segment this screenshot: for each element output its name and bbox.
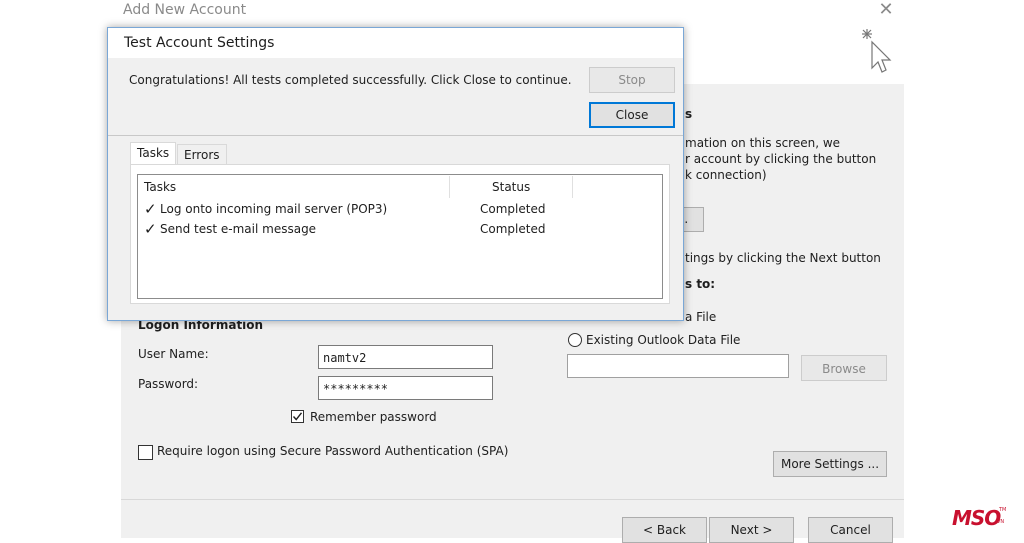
remember-password-label: Remember password — [310, 410, 437, 424]
cancel-button[interactable]: Cancel — [808, 517, 893, 543]
test-account-settings-dialog: Test Account Settings Congratulations! A… — [107, 27, 684, 321]
column-divider — [449, 176, 450, 198]
stop-button[interactable]: Stop — [589, 67, 675, 93]
cursor-sparkle-icon — [862, 29, 892, 73]
remember-password-checkbox[interactable] — [291, 410, 304, 423]
column-header-tasks[interactable]: Tasks — [144, 180, 176, 194]
close-icon[interactable]: ✕ — [874, 0, 898, 20]
checkmark-icon — [292, 412, 303, 421]
description-line-1: mation on this screen, we — [685, 136, 841, 150]
logo-trademark: TM — [999, 507, 1007, 513]
footer-divider — [121, 499, 904, 500]
existing-data-file-path-input[interactable] — [567, 354, 789, 378]
more-settings-button[interactable]: More Settings ... — [773, 451, 887, 477]
list-item[interactable]: ✓ Log onto incoming mail server (POP3) C… — [144, 200, 659, 220]
mso-logo: MSO — [952, 506, 1001, 530]
next-button-hint: tings by clicking the Next button — [685, 251, 881, 265]
browse-button[interactable]: Browse — [801, 355, 887, 381]
tab-errors[interactable]: Errors — [177, 144, 227, 166]
checkmark-icon: ✓ — [144, 220, 157, 238]
existing-data-file-radio[interactable] — [568, 333, 582, 347]
password-label: Password: — [138, 377, 199, 391]
existing-data-file-label: Existing Outlook Data File — [586, 333, 741, 347]
settings-heading-fragment: s — [685, 107, 693, 121]
dialog-titlebar: Test Account Settings — [108, 28, 683, 58]
new-data-file-label-fragment: a File — [685, 310, 717, 324]
username-input[interactable]: namtv2 — [318, 345, 493, 369]
dialog-divider — [108, 135, 683, 136]
description-line-3: k connection) — [685, 168, 767, 182]
spa-checkbox[interactable] — [138, 445, 153, 460]
description-line-2: r account by clicking the button — [685, 152, 877, 166]
next-button[interactable]: Next > — [709, 517, 794, 543]
column-divider — [572, 176, 573, 198]
close-button[interactable]: Close — [589, 102, 675, 128]
spa-label: Require logon using Secure Password Auth… — [157, 444, 509, 458]
window-title: Add New Account — [123, 2, 247, 18]
task-status: Completed — [480, 202, 546, 216]
checkmark-icon: ✓ — [144, 200, 157, 218]
tasks-panel: Tasks Status ✓ Log onto incoming mail se… — [130, 164, 670, 304]
back-button[interactable]: < Back — [622, 517, 707, 543]
tab-tasks[interactable]: Tasks — [130, 142, 176, 164]
username-label: User Name: — [138, 347, 209, 361]
logo-suffix: VN — [997, 519, 1005, 525]
task-name: Send test e-mail message — [160, 222, 317, 236]
dialog-title: Test Account Settings — [124, 35, 275, 51]
deliver-to-heading-fragment: s to: — [685, 277, 716, 291]
task-name: Log onto incoming mail server (POP3) — [160, 202, 388, 216]
column-header-status[interactable]: Status — [492, 180, 530, 194]
tasks-list: Tasks Status ✓ Log onto incoming mail se… — [137, 174, 663, 299]
list-item[interactable]: ✓ Send test e-mail message Completed — [144, 220, 659, 240]
success-message: Congratulations! All tests completed suc… — [129, 73, 572, 87]
password-input[interactable]: ********* — [318, 376, 493, 400]
task-status: Completed — [480, 222, 546, 236]
